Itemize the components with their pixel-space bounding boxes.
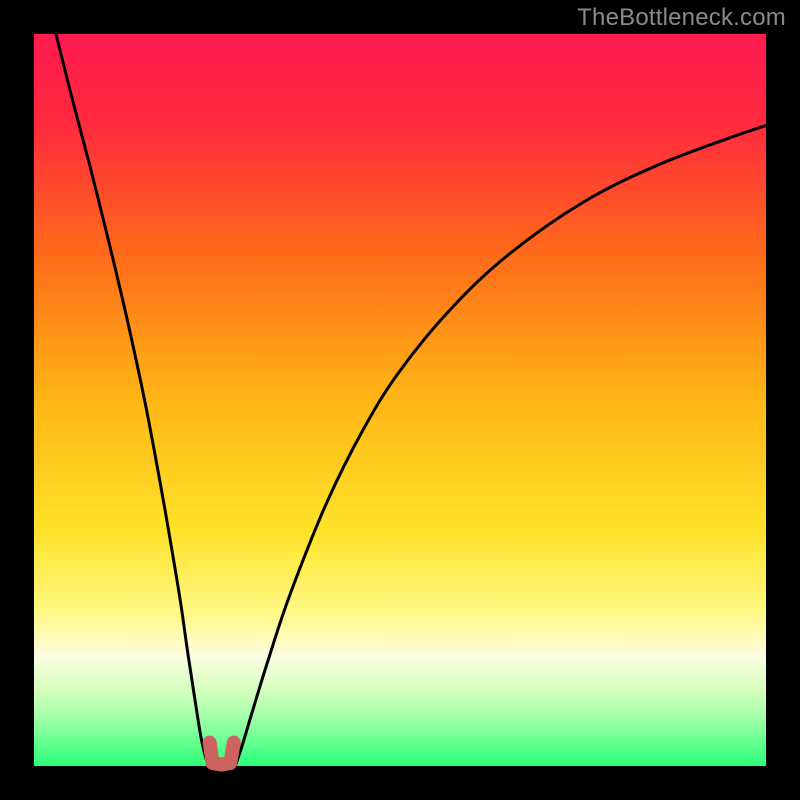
chart-stage: TheBottleneck.com [0, 0, 800, 800]
bottleneck-chart [0, 0, 800, 800]
watermark-text: TheBottleneck.com [577, 4, 786, 32]
